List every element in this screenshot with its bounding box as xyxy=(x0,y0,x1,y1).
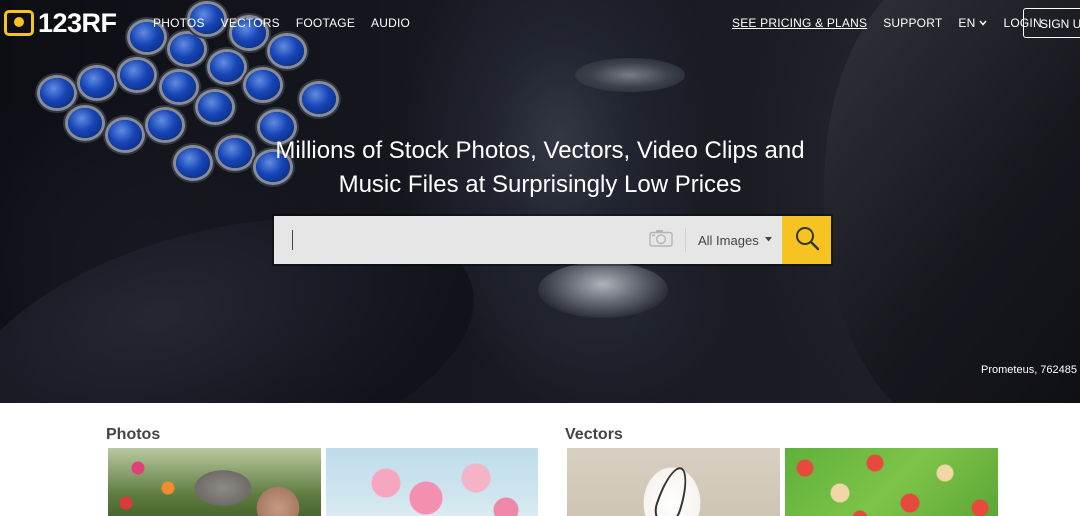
hero-headline: Millions of Stock Photos, Vectors, Video… xyxy=(240,134,840,202)
logo-text: 123RF xyxy=(38,7,117,38)
search-icon xyxy=(794,225,820,256)
headline-line-2: Music Files at Surprisingly Low Prices xyxy=(338,171,742,198)
image-credit[interactable]: Prometeus, 762485 xyxy=(981,364,1077,376)
utility-nav: SEE PRICING & PLANS SUPPORT EN LOGIN xyxy=(732,16,1042,30)
main-nav: PHOTOS VECTORS FOOTAGE AUDIO xyxy=(153,16,410,30)
search-input[interactable] xyxy=(274,216,635,264)
search-input-wrap xyxy=(274,216,635,264)
photo-thumbnail-blossoms[interactable] xyxy=(326,448,538,516)
photos-section-title: Photos xyxy=(106,426,161,443)
text-cursor xyxy=(292,230,293,250)
nav-vectors[interactable]: VECTORS xyxy=(221,16,280,30)
search-button[interactable] xyxy=(782,216,831,264)
search-bar: All Images xyxy=(274,216,831,264)
pricing-link[interactable]: SEE PRICING & PLANS xyxy=(732,16,867,30)
vector-thumbnail-salad-pattern[interactable] xyxy=(785,448,998,516)
camera-icon xyxy=(648,229,673,252)
vectors-section-title: Vectors xyxy=(565,426,623,443)
headline-line-1: Millions of Stock Photos, Vectors, Video… xyxy=(275,137,805,164)
caret-down-icon xyxy=(764,236,772,244)
camera-logo-icon xyxy=(4,10,34,36)
image-search-button[interactable] xyxy=(635,216,686,264)
leaf-illustration xyxy=(650,463,694,516)
signup-button[interactable]: SIGN UP xyxy=(1023,8,1080,38)
media-type-value: All Images xyxy=(698,232,759,248)
nav-audio[interactable]: AUDIO xyxy=(371,16,410,30)
chevron-down-icon xyxy=(979,19,988,28)
media-type-select[interactable]: All Images xyxy=(686,216,782,264)
vector-thumbnail-leaf[interactable] xyxy=(567,448,780,516)
brand-logo[interactable]: 123RF xyxy=(4,8,117,38)
language-selector[interactable]: EN xyxy=(958,16,988,30)
support-link[interactable]: SUPPORT xyxy=(883,16,942,30)
nav-photos[interactable]: PHOTOS xyxy=(153,16,205,30)
language-label: EN xyxy=(958,16,976,30)
nav-footage[interactable]: FOOTAGE xyxy=(296,16,355,30)
photo-thumbnail-garden[interactable] xyxy=(108,448,321,516)
